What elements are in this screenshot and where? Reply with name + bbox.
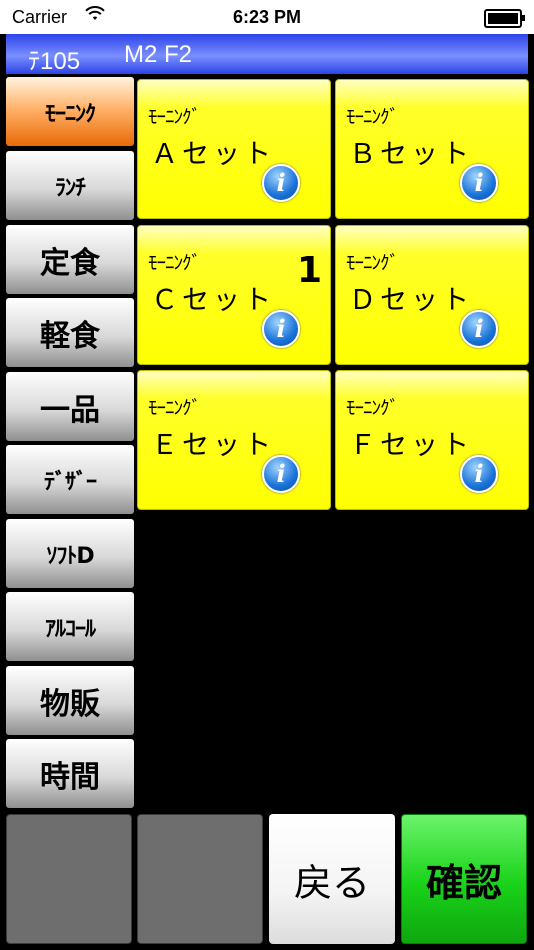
category-morning[interactable]: ﾓｰﾆﾝｸ [6, 77, 134, 146]
category-label: 定食 [40, 245, 100, 281]
category-lunch[interactable]: ﾗﾝﾁ [6, 151, 134, 220]
category-label: 物販 [40, 686, 100, 722]
back-button-label: 戻る [293, 860, 370, 905]
item-name: Ａセット [151, 139, 275, 170]
category-set-meal[interactable]: 定食 [6, 225, 134, 294]
empty-button-2 [137, 814, 263, 944]
menu-item-b-set[interactable]: ﾓｰﾆﾝｸﾞ Ｂセット i [335, 79, 529, 219]
battery-icon [484, 9, 525, 28]
category-label: ﾓｰﾆﾝｸ [44, 101, 96, 127]
back-button[interactable]: 戻る [269, 814, 395, 944]
item-name: Ｂセット [349, 139, 473, 170]
empty-button-1 [6, 814, 132, 944]
item-category: ﾓｰﾆﾝｸﾞ [148, 397, 201, 419]
order-code: M2 F2 [124, 41, 193, 68]
menu-item-a-set[interactable]: ﾓｰﾆﾝｸﾞ Ａセット i [137, 79, 331, 219]
info-icon[interactable]: i [262, 455, 300, 493]
info-icon[interactable]: i [262, 164, 300, 202]
category-soft-drink[interactable]: ｿﾌﾄD [6, 519, 134, 588]
category-retail[interactable]: 物販 [6, 666, 134, 735]
menu-item-d-set[interactable]: ﾓｰﾆﾝｸﾞ Ｄセット i [335, 225, 529, 365]
confirm-button-label: 確認 [425, 860, 502, 905]
header-bar: ﾃ105 M2 F2 [6, 34, 528, 75]
category-light-meal[interactable]: 軽食 [6, 298, 134, 367]
item-category: ﾓｰﾆﾝｸﾞ [346, 397, 399, 419]
category-label: 軽食 [40, 318, 100, 354]
status-bar: Carrier 6:23 PM [0, 0, 534, 34]
item-count: 1 [296, 250, 322, 291]
item-category: ﾓｰﾆﾝｸﾞ [148, 106, 201, 128]
info-icon[interactable]: i [460, 310, 498, 348]
info-icon[interactable]: i [262, 310, 300, 348]
category-label: ﾃﾞｻﾞｰ [43, 469, 97, 495]
item-name: Ｆセット [349, 430, 473, 461]
category-label: ﾗﾝﾁ [54, 175, 86, 201]
category-dessert[interactable]: ﾃﾞｻﾞｰ [6, 445, 134, 514]
category-label: 一品 [40, 392, 100, 428]
category-label: 時間 [40, 759, 100, 795]
menu-item-e-set[interactable]: ﾓｰﾆﾝｸﾞ Ｅセット i [137, 370, 331, 510]
category-label: ｿﾌﾄD [46, 543, 94, 569]
category-a-la-carte[interactable]: 一品 [6, 372, 134, 441]
item-name: Ｅセット [151, 430, 275, 461]
item-category: ﾓｰﾆﾝｸﾞ [346, 252, 399, 274]
menu-item-f-set[interactable]: ﾓｰﾆﾝｸﾞ Ｆセット i [335, 370, 529, 510]
category-alcohol[interactable]: ｱﾙｺｰﾙ [6, 592, 134, 661]
clock: 6:23 PM [232, 7, 302, 27]
item-name: Ｄセット [349, 285, 473, 316]
item-category: ﾓｰﾆﾝｸﾞ [148, 252, 201, 274]
confirm-button[interactable]: 確認 [401, 814, 527, 944]
table-number: ﾃ105 [28, 48, 81, 75]
menu-item-c-set[interactable]: ﾓｰﾆﾝｸﾞ Ｃセット 1 i [137, 225, 331, 365]
category-time[interactable]: 時間 [6, 739, 134, 808]
info-icon[interactable]: i [460, 455, 498, 493]
item-name: Ｃセット [151, 285, 275, 316]
info-icon[interactable]: i [460, 164, 498, 202]
item-category: ﾓｰﾆﾝｸﾞ [346, 106, 399, 128]
category-label: ｱﾙｺｰﾙ [44, 616, 96, 642]
